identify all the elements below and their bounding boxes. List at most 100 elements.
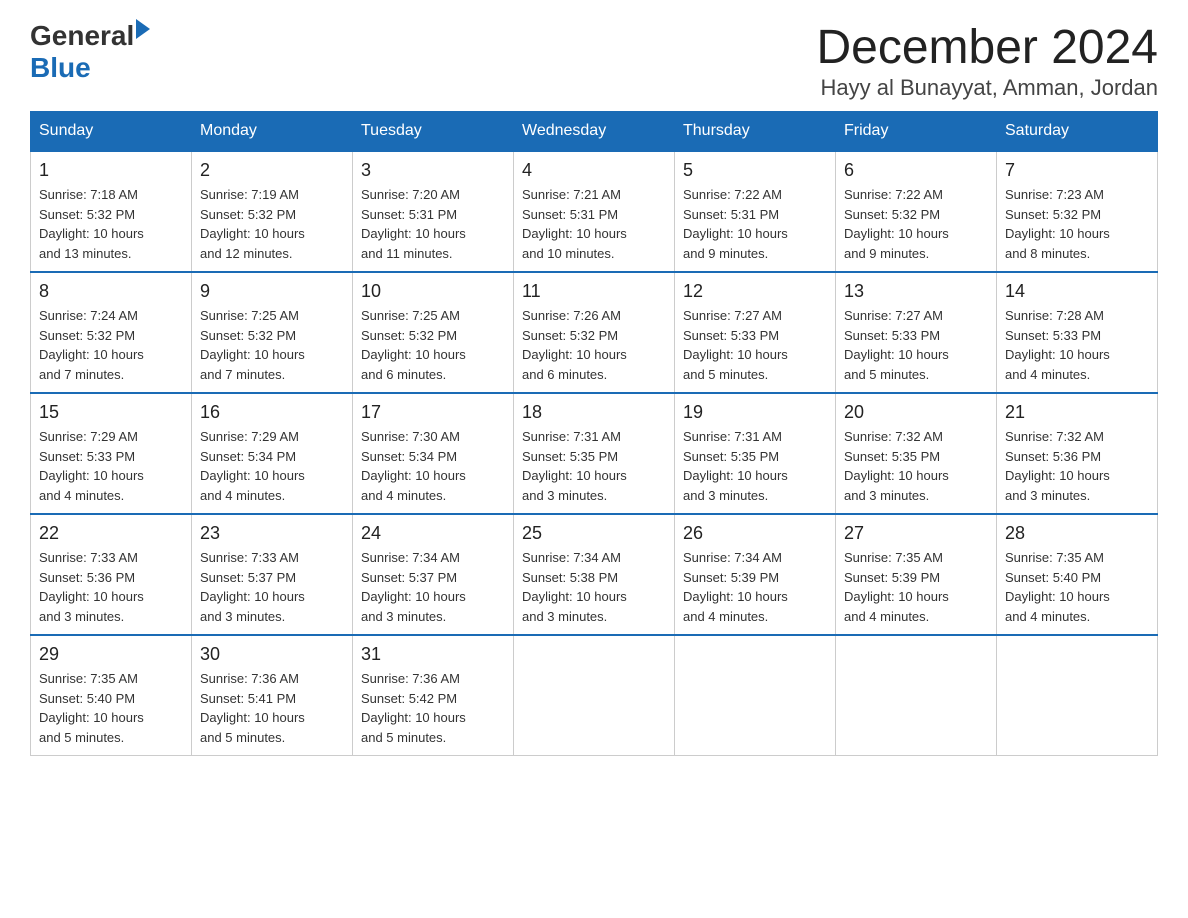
day-number: 9 — [200, 281, 344, 302]
day-info: Sunrise: 7:34 AM Sunset: 5:38 PM Dayligh… — [522, 548, 666, 626]
day-info: Sunrise: 7:36 AM Sunset: 5:42 PM Dayligh… — [361, 669, 505, 747]
daylight-label: Daylight: 10 hours — [522, 226, 627, 241]
daylight-minutes: and 5 minutes. — [683, 367, 768, 382]
daylight-label: Daylight: 10 hours — [200, 468, 305, 483]
day-number: 31 — [361, 644, 505, 665]
daylight-label: Daylight: 10 hours — [200, 347, 305, 362]
sunrise-label: Sunrise: 7:27 AM — [844, 308, 943, 323]
sunset-label: Sunset: 5:42 PM — [361, 691, 457, 706]
daylight-minutes: and 4 minutes. — [1005, 367, 1090, 382]
day-info: Sunrise: 7:29 AM Sunset: 5:34 PM Dayligh… — [200, 427, 344, 505]
calendar-cell — [675, 635, 836, 756]
sunrise-label: Sunrise: 7:34 AM — [683, 550, 782, 565]
daylight-minutes: and 7 minutes. — [200, 367, 285, 382]
weekday-header-tuesday: Tuesday — [353, 112, 514, 152]
sunset-label: Sunset: 5:35 PM — [683, 449, 779, 464]
day-number: 5 — [683, 160, 827, 181]
sunset-label: Sunset: 5:38 PM — [522, 570, 618, 585]
day-number: 11 — [522, 281, 666, 302]
day-info: Sunrise: 7:36 AM Sunset: 5:41 PM Dayligh… — [200, 669, 344, 747]
daylight-minutes: and 4 minutes. — [1005, 609, 1090, 624]
page-header: General Blue December 2024 Hayy al Bunay… — [30, 20, 1158, 101]
weekday-header-sunday: Sunday — [31, 112, 192, 152]
day-number: 18 — [522, 402, 666, 423]
sunrise-label: Sunrise: 7:19 AM — [200, 187, 299, 202]
daylight-minutes: and 6 minutes. — [361, 367, 446, 382]
calendar-week-row: 29 Sunrise: 7:35 AM Sunset: 5:40 PM Dayl… — [31, 635, 1158, 756]
day-number: 8 — [39, 281, 183, 302]
day-info: Sunrise: 7:32 AM Sunset: 5:36 PM Dayligh… — [1005, 427, 1149, 505]
calendar-cell: 2 Sunrise: 7:19 AM Sunset: 5:32 PM Dayli… — [192, 151, 353, 272]
daylight-minutes: and 3 minutes. — [1005, 488, 1090, 503]
sunrise-label: Sunrise: 7:32 AM — [1005, 429, 1104, 444]
daylight-minutes: and 7 minutes. — [39, 367, 124, 382]
sunrise-label: Sunrise: 7:28 AM — [1005, 308, 1104, 323]
day-number: 28 — [1005, 523, 1149, 544]
sunrise-label: Sunrise: 7:27 AM — [683, 308, 782, 323]
sunset-label: Sunset: 5:36 PM — [39, 570, 135, 585]
daylight-minutes: and 4 minutes. — [683, 609, 768, 624]
sunset-label: Sunset: 5:41 PM — [200, 691, 296, 706]
calendar-cell: 21 Sunrise: 7:32 AM Sunset: 5:36 PM Dayl… — [997, 393, 1158, 514]
daylight-minutes: and 3 minutes. — [361, 609, 446, 624]
daylight-minutes: and 5 minutes. — [200, 730, 285, 745]
sunset-label: Sunset: 5:33 PM — [844, 328, 940, 343]
calendar-cell: 6 Sunrise: 7:22 AM Sunset: 5:32 PM Dayli… — [836, 151, 997, 272]
day-number: 26 — [683, 523, 827, 544]
calendar-cell — [514, 635, 675, 756]
calendar-week-row: 8 Sunrise: 7:24 AM Sunset: 5:32 PM Dayli… — [31, 272, 1158, 393]
daylight-label: Daylight: 10 hours — [1005, 468, 1110, 483]
daylight-label: Daylight: 10 hours — [39, 226, 144, 241]
daylight-label: Daylight: 10 hours — [844, 468, 949, 483]
sunset-label: Sunset: 5:31 PM — [683, 207, 779, 222]
calendar-cell: 25 Sunrise: 7:34 AM Sunset: 5:38 PM Dayl… — [514, 514, 675, 635]
sunset-label: Sunset: 5:39 PM — [683, 570, 779, 585]
sunrise-label: Sunrise: 7:24 AM — [39, 308, 138, 323]
sunrise-label: Sunrise: 7:35 AM — [39, 671, 138, 686]
day-info: Sunrise: 7:34 AM Sunset: 5:37 PM Dayligh… — [361, 548, 505, 626]
sunrise-label: Sunrise: 7:22 AM — [844, 187, 943, 202]
sunrise-label: Sunrise: 7:23 AM — [1005, 187, 1104, 202]
day-info: Sunrise: 7:24 AM Sunset: 5:32 PM Dayligh… — [39, 306, 183, 384]
day-info: Sunrise: 7:34 AM Sunset: 5:39 PM Dayligh… — [683, 548, 827, 626]
daylight-minutes: and 3 minutes. — [39, 609, 124, 624]
day-number: 2 — [200, 160, 344, 181]
calendar-cell: 27 Sunrise: 7:35 AM Sunset: 5:39 PM Dayl… — [836, 514, 997, 635]
day-info: Sunrise: 7:32 AM Sunset: 5:35 PM Dayligh… — [844, 427, 988, 505]
calendar-cell: 11 Sunrise: 7:26 AM Sunset: 5:32 PM Dayl… — [514, 272, 675, 393]
sunset-label: Sunset: 5:35 PM — [522, 449, 618, 464]
weekday-header-thursday: Thursday — [675, 112, 836, 152]
daylight-label: Daylight: 10 hours — [200, 589, 305, 604]
sunset-label: Sunset: 5:32 PM — [361, 328, 457, 343]
sunrise-label: Sunrise: 7:36 AM — [200, 671, 299, 686]
calendar-cell: 29 Sunrise: 7:35 AM Sunset: 5:40 PM Dayl… — [31, 635, 192, 756]
daylight-label: Daylight: 10 hours — [39, 347, 144, 362]
sunset-label: Sunset: 5:37 PM — [361, 570, 457, 585]
sunrise-label: Sunrise: 7:36 AM — [361, 671, 460, 686]
sunset-label: Sunset: 5:32 PM — [522, 328, 618, 343]
sunset-label: Sunset: 5:34 PM — [200, 449, 296, 464]
day-number: 20 — [844, 402, 988, 423]
calendar-cell: 30 Sunrise: 7:36 AM Sunset: 5:41 PM Dayl… — [192, 635, 353, 756]
day-info: Sunrise: 7:28 AM Sunset: 5:33 PM Dayligh… — [1005, 306, 1149, 384]
daylight-minutes: and 4 minutes. — [844, 609, 929, 624]
calendar-cell: 3 Sunrise: 7:20 AM Sunset: 5:31 PM Dayli… — [353, 151, 514, 272]
sunrise-label: Sunrise: 7:25 AM — [200, 308, 299, 323]
day-info: Sunrise: 7:33 AM Sunset: 5:37 PM Dayligh… — [200, 548, 344, 626]
day-info: Sunrise: 7:31 AM Sunset: 5:35 PM Dayligh… — [683, 427, 827, 505]
calendar-cell: 4 Sunrise: 7:21 AM Sunset: 5:31 PM Dayli… — [514, 151, 675, 272]
day-info: Sunrise: 7:33 AM Sunset: 5:36 PM Dayligh… — [39, 548, 183, 626]
sunrise-label: Sunrise: 7:29 AM — [39, 429, 138, 444]
calendar-cell — [836, 635, 997, 756]
sunset-label: Sunset: 5:32 PM — [200, 328, 296, 343]
daylight-minutes: and 9 minutes. — [683, 246, 768, 261]
daylight-label: Daylight: 10 hours — [1005, 226, 1110, 241]
sunset-label: Sunset: 5:31 PM — [361, 207, 457, 222]
daylight-label: Daylight: 10 hours — [683, 589, 788, 604]
daylight-label: Daylight: 10 hours — [361, 226, 466, 241]
day-number: 27 — [844, 523, 988, 544]
sunset-label: Sunset: 5:32 PM — [39, 328, 135, 343]
sunrise-label: Sunrise: 7:35 AM — [1005, 550, 1104, 565]
day-info: Sunrise: 7:19 AM Sunset: 5:32 PM Dayligh… — [200, 185, 344, 263]
weekday-header-friday: Friday — [836, 112, 997, 152]
